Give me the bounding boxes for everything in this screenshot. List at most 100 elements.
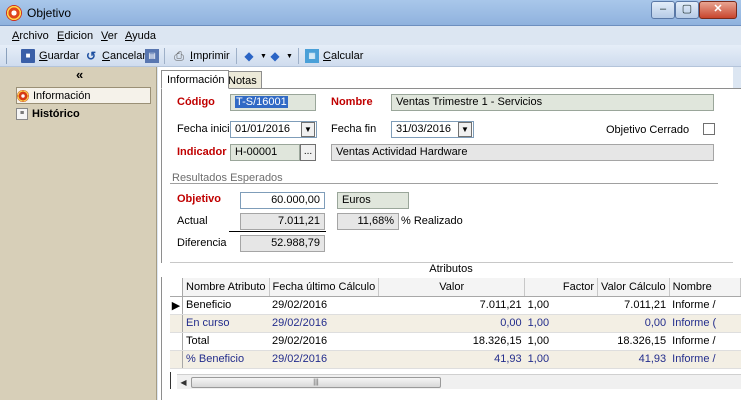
horizontal-scrollbar[interactable]: ◀ ||| [177,374,741,389]
tab-informacion[interactable]: Información [161,70,230,89]
table-cell[interactable]: % Beneficio [182,350,270,369]
scrollbar-thumb[interactable]: ||| [191,377,441,388]
dropdown-arrow-icon: ▼ [260,52,267,60]
toolbar: ■ Guardar ↺ Cancelar ▤ ⎙ Imprimir ◆ ▼ ◆ … [0,45,741,67]
diferencia-label: Diferencia [177,237,227,249]
navigation-panel: « Información ≡ Histórico [0,67,157,400]
column-header[interactable]: Fecha último Cálculo [269,278,380,297]
table-cell[interactable]: 1,00 [524,296,598,315]
indicador-code-field[interactable]: H-00001 [230,144,300,161]
printer-icon: ⎙ [174,49,184,63]
table-cell[interactable]: 29/02/2016 [269,350,379,369]
table-cell[interactable]: Total [182,332,270,351]
column-header[interactable]: Nombre [669,278,741,297]
table-cell[interactable]: 7.011,21 [597,296,670,315]
objetivo-cerrado-checkbox[interactable] [703,123,715,135]
row-selector[interactable] [170,314,184,333]
calcular-button[interactable]: ▦ Calcular [305,47,363,65]
table-cell[interactable]: 0,00 [378,314,525,333]
guardar-label: Guardar [39,50,80,62]
menu-archivo[interactable]: Archivo [12,30,49,42]
table-cell[interactable]: Informe ( [669,314,741,333]
table-cell[interactable]: 7.011,21 [378,296,525,315]
collapse-panel-button[interactable]: « [76,67,83,82]
unidad-field: Euros [337,192,409,209]
row-selector[interactable] [170,350,184,369]
nombre-field[interactable]: Ventas Trimestre 1 - Servicios [391,94,714,111]
menu-ayuda[interactable]: Ayuda [125,30,156,42]
table-row[interactable]: Total 29/02/2016 18.326,15 1,00 18.326,1… [170,332,741,351]
row-selector[interactable] [170,332,184,351]
dropdown-arrow-icon: ▼ [286,52,293,60]
chevron-down-icon: ▼ [304,125,312,134]
close-button[interactable]: ✕ [699,1,737,19]
nav-item-informacion[interactable]: Información [16,87,151,104]
table-cell[interactable]: 41,93 [597,350,670,369]
total-line [229,231,326,232]
nav-item-label: Información [33,89,91,102]
nav-item-label: Histórico [32,107,80,120]
column-header[interactable]: Nombre Atributo [182,278,270,297]
menu-ver[interactable]: Ver [101,30,118,42]
table-cell[interactable]: 1,00 [524,332,598,351]
title-bar: Objetivo – ▢ ✕ [0,0,741,26]
table-cell[interactable]: 1,00 [524,350,598,369]
objetivo-cerrado-label: Objetivo Cerrado [606,124,690,136]
menu-edicion[interactable]: Edicion [57,30,93,42]
table-cell[interactable]: Informe / [669,296,741,315]
save-as-button[interactable]: ▤ [145,47,159,65]
table-cell[interactable]: 29/02/2016 [269,314,379,333]
fecha-inicio-label: Fecha inicio [177,123,236,135]
table-row[interactable]: % Beneficio 29/02/2016 41,93 1,00 41,93 … [170,350,741,369]
column-header[interactable]: Factor [524,278,599,297]
application-window: Objetivo – ▢ ✕ Archivo Edicion Ver Ayuda… [0,0,741,400]
undo-icon: ↺ [85,49,97,63]
scroll-left-arrow-icon[interactable]: ◀ [177,376,190,389]
menu-bar: Archivo Edicion Ver Ayuda [0,27,741,45]
history-icon: ≡ [16,107,28,120]
target-icon [17,89,29,102]
table-cell[interactable]: Informe / [669,350,741,369]
table-cell[interactable]: 29/02/2016 [269,296,379,315]
save-disk-icon: ■ [21,49,35,63]
nav-item-historico[interactable]: ≡ Histórico [16,105,151,122]
imprimir-button[interactable]: ⎙ Imprimir [172,47,230,65]
actual-value-field: 7.011,21 [240,213,325,230]
maximize-button[interactable]: ▢ [675,1,699,19]
toolbar-grip [6,48,7,64]
fecha-inicio-dropdown[interactable]: ▼ [301,122,315,137]
atributos-table: Nombre Atributo Fecha último Cálculo Val… [170,278,741,369]
objetivo-value-field[interactable]: 60.000,00 [240,192,325,209]
guardar-button[interactable]: ■ Guardar [21,47,79,65]
codigo-value: T-S/16001 [235,96,288,108]
fecha-fin-dropdown[interactable]: ▼ [458,122,472,137]
imprimir-label: Imprimir [190,50,230,62]
cancelar-button[interactable]: ↺ Cancelar [84,47,146,65]
indicador-lookup-button[interactable]: ... [300,144,316,161]
table-row[interactable]: En curso 29/02/2016 0,00 1,00 0,00 Infor… [170,314,741,333]
table-cell[interactable]: 18.326,15 [597,332,670,351]
column-header[interactable]: Valor [378,278,526,297]
fecha-inicio-value: 01/01/2016 [235,123,291,135]
table-cell[interactable]: Beneficio [182,296,270,315]
table-cell[interactable]: En curso [182,314,270,333]
table-row[interactable]: ▶ Beneficio 29/02/2016 7.011,21 1,00 7.0… [170,296,741,315]
table-cell[interactable]: 41,93 [378,350,525,369]
save-copy-icon: ▤ [145,49,159,63]
column-header[interactable]: Valor Cálculo [597,278,670,297]
table-cell[interactable]: 0,00 [597,314,670,333]
minimize-button[interactable]: – [651,1,675,19]
table-cell[interactable]: Informe / [669,332,741,351]
table-cell[interactable]: 29/02/2016 [269,332,379,351]
indicador-desc-field: Ventas Actividad Hardware [331,144,714,161]
table-cell[interactable]: 18.326,15 [378,332,525,351]
move-down-button[interactable]: ◆ ▼ [268,47,293,65]
table-header-row: Nombre Atributo Fecha último Cálculo Val… [170,278,741,297]
window-title: Objetivo [27,6,72,20]
atributos-grid: Nombre Atributo Fecha último Cálculo Val… [170,278,741,375]
codigo-field[interactable]: T-S/16001 [230,94,316,111]
indicador-label: Indicador [177,146,227,158]
table-cell[interactable]: 1,00 [524,314,598,333]
move-up-button[interactable]: ◆ ▼ [242,47,267,65]
porcentaje-label: % Realizado [401,215,463,227]
